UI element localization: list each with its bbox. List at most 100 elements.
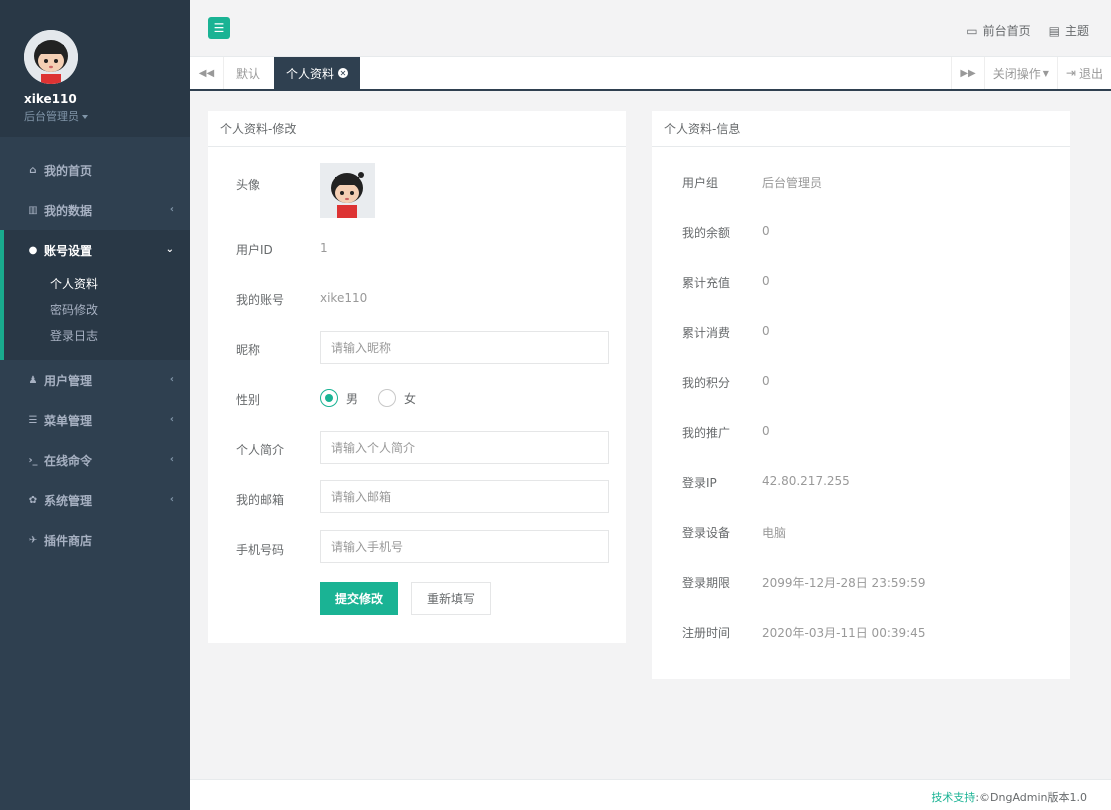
info-label: 登录IP	[682, 476, 717, 490]
logout-label: 退出	[1078, 66, 1103, 81]
nav-item-home[interactable]: ⌂ 我的首页	[0, 150, 190, 190]
nav-label: 我的数据	[44, 203, 93, 218]
phone-input[interactable]	[320, 530, 609, 563]
info-value: 2020年-03月-11日 00:39:45	[762, 626, 926, 640]
home-icon: ⌂	[29, 164, 37, 176]
theme-link[interactable]: ▤ 主题	[1049, 22, 1089, 39]
user-role: 后台管理员	[24, 110, 79, 123]
chevron-left-icon: ‹	[169, 374, 174, 385]
panel-title: 个人资料-修改	[208, 111, 626, 147]
nickname-label: 昵称	[236, 343, 261, 357]
info-value: 0	[762, 374, 770, 388]
info-label: 用户组	[682, 176, 719, 190]
close-icon[interactable]: ✕	[338, 68, 349, 78]
nav-item-console[interactable]: ›_ 在线命令 ‹	[0, 440, 190, 480]
users-icon: ♟	[28, 374, 38, 386]
nav-label: 插件商店	[44, 533, 93, 548]
info-label: 我的余额	[682, 226, 731, 240]
user-icon: ●	[28, 244, 38, 256]
avatar-upload[interactable]	[320, 163, 375, 218]
close-ops-label: 关闭操作	[992, 66, 1041, 81]
bio-input[interactable]	[320, 431, 609, 464]
front-home-link[interactable]: ▭ 前台首页	[966, 22, 1030, 39]
sub-item-profile[interactable]: 个人资料	[4, 270, 190, 296]
info-value: 42.80.217.255	[762, 474, 850, 488]
tab-default[interactable]: 默认	[224, 57, 272, 89]
sidebar-nav: ⌂ 我的首页 ▥ 我的数据 ‹ ● 账号设置 ⌄ 个人资料 密码修改 登录日志 …	[0, 150, 190, 560]
panel-title: 个人资料-信息	[652, 111, 1070, 147]
chevron-left-icon: ‹	[169, 454, 174, 465]
info-label: 累计消费	[682, 326, 731, 340]
tab-default-label: 默认	[236, 66, 261, 81]
nav-label: 用户管理	[44, 373, 93, 388]
nav-item-data[interactable]: ▥ 我的数据 ‹	[0, 190, 190, 230]
reset-button[interactable]: 重新填写	[411, 582, 491, 615]
nav-item-users[interactable]: ♟ 用户管理 ‹	[0, 360, 190, 400]
double-right-icon: ▶▶	[960, 67, 976, 79]
double-left-icon: ◀◀	[198, 67, 215, 79]
close-ops-dropdown[interactable]: 关闭操作 ▼	[983, 57, 1057, 89]
radio-unchecked-icon	[378, 389, 396, 407]
tab-scroll-right-button[interactable]: ▶▶	[951, 57, 983, 89]
submit-button[interactable]: 提交修改	[320, 582, 398, 615]
logout-icon: ⇥	[1065, 66, 1076, 80]
menu-toggle-button[interactable]: ☰	[208, 17, 230, 39]
tab-bar: ◀◀ 默认 个人资料 ✕ ▶▶ 关闭操作 ▼ ⇥ 退出	[190, 57, 1111, 91]
chevron-down-icon: ⌄	[165, 244, 174, 255]
sub-item-password[interactable]: 密码修改	[4, 296, 190, 322]
info-value: 0	[762, 224, 770, 238]
nav-label: 系统管理	[44, 493, 93, 508]
nav-item-account[interactable]: ● 账号设置 ⌄	[4, 230, 190, 270]
list-icon: ☰	[28, 414, 38, 426]
email-input[interactable]	[320, 480, 609, 513]
logout-button[interactable]: ⇥ 退出	[1056, 57, 1111, 89]
info-label: 登录设备	[682, 526, 731, 540]
info-label: 注册时间	[682, 626, 731, 640]
gender-label: 性别	[236, 393, 261, 407]
send-icon: ✈	[28, 534, 38, 546]
nav-item-plugins[interactable]: ✈ 插件商店	[0, 520, 190, 560]
gender-female-label: 女	[404, 391, 417, 406]
sidebar: xike110 后台管理员 ⌂ 我的首页 ▥ 我的数据 ‹ ● 账号设置 ⌄ 个…	[0, 0, 190, 810]
userid-value: 1	[320, 241, 328, 255]
nav-label: 账号设置	[44, 243, 93, 258]
phone-label: 手机号码	[236, 543, 285, 557]
support-link[interactable]: 技术支持	[931, 791, 975, 804]
info-value: 0	[762, 424, 770, 438]
theme-icon: ▤	[1048, 24, 1060, 38]
nickname-input[interactable]	[320, 331, 609, 364]
chevron-left-icon: ‹	[169, 414, 174, 425]
front-home-label: 前台首页	[982, 24, 1031, 38]
user-name: xike110	[24, 92, 77, 106]
info-value: 2099年-12月-28日 23:59:59	[762, 576, 926, 590]
gender-female-radio[interactable]: 女	[378, 389, 416, 407]
info-label: 登录期限	[682, 576, 731, 590]
radio-checked-icon	[320, 389, 338, 407]
account-value: xike110	[320, 291, 368, 305]
tab-profile[interactable]: 个人资料 ✕	[274, 57, 361, 89]
profile-edit-panel: 个人资料-修改 头像 用户ID 1 我的账号 xike110 昵称 性别 男 女…	[208, 111, 626, 643]
nav-label: 在线命令	[44, 453, 93, 468]
profile-info-panel: 个人资料-信息 用户组 后台管理员 我的余额 0 累计充值 0 累计消费 0 我…	[652, 111, 1070, 679]
nav-label: 菜单管理	[44, 413, 93, 428]
bar-chart-icon: ▥	[28, 204, 38, 216]
info-label: 我的积分	[682, 376, 731, 390]
info-value: 后台管理员	[762, 176, 823, 190]
gender-male-radio[interactable]: 男	[320, 389, 358, 407]
caret-down-icon	[82, 115, 88, 119]
info-value: 0	[762, 274, 770, 288]
footer-text: :©DngAdmin版本1.0	[975, 791, 1087, 804]
info-label: 累计充值	[682, 276, 731, 290]
sub-item-login-log[interactable]: 登录日志	[4, 322, 190, 348]
nav-item-system[interactable]: ✿ 系统管理 ‹	[0, 480, 190, 520]
tab-scroll-left-button[interactable]: ◀◀	[190, 57, 224, 89]
theme-label: 主题	[1064, 24, 1089, 38]
monitor-icon: ▭	[966, 24, 978, 38]
gear-icon: ✿	[28, 494, 38, 506]
user-role-dropdown[interactable]: 后台管理员	[24, 108, 88, 124]
hamburger-icon: ☰	[213, 21, 225, 35]
avatar[interactable]	[24, 30, 78, 84]
nav-item-menu[interactable]: ☰ 菜单管理 ‹	[0, 400, 190, 440]
account-label: 我的账号	[236, 293, 285, 307]
caret-down-icon: ▼	[1042, 68, 1049, 78]
